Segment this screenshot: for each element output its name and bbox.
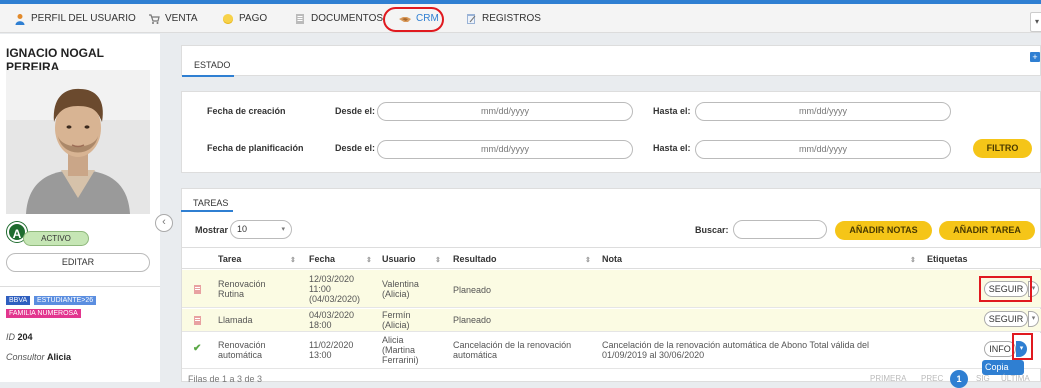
collapse-panel-button[interactable]: ‹ (155, 214, 173, 232)
dropdown-option-copia[interactable]: Copia (982, 360, 1024, 375)
nav-item-registros[interactable]: REGISTROS (465, 4, 541, 33)
table-footer-text: Filas de 1 a 3 de 3 (188, 374, 263, 384)
coin-icon (223, 13, 233, 24)
task-icon (194, 285, 201, 294)
tasks-tab-underline (181, 210, 233, 212)
column-header-fecha[interactable]: Fecha (309, 254, 335, 264)
check-icon: ✔ (193, 343, 202, 354)
creation-date-label: Fecha de creación (207, 106, 286, 116)
id-label: ID (6, 332, 15, 342)
profile-consultor: Consultor Alicia (6, 352, 71, 362)
search-input[interactable] (733, 220, 827, 239)
notepad-icon (467, 13, 476, 24)
nav-label: DOCUMENTOS (311, 13, 384, 24)
tasks-title[interactable]: TAREAS (193, 198, 228, 208)
nav-label: VENTA (165, 13, 198, 24)
cell-usuario: Alicia (Martina Ferrarini) (382, 335, 419, 365)
seguir-highlight-annotation (979, 276, 1032, 302)
profile-panel: IGNACIO NOGAL PEREIRA A ACTIVO EDITAR BB… (0, 34, 160, 382)
estado-title[interactable]: ESTADO (194, 60, 230, 70)
status-badge: ACTIVO (23, 231, 89, 246)
cell-nota: Cancelación de la renovación automática … (602, 340, 870, 360)
top-navbar: PERFIL DEL USUARIO VENTA PAGO DOCUMENTOS… (0, 4, 1041, 33)
column-header-usuario[interactable]: Usuario (382, 254, 416, 264)
estado-card: ESTADO + (181, 45, 1041, 77)
tag-badge: ESTUDIANTE>26 (33, 296, 97, 305)
page-size-select[interactable]: 10 ▾ (230, 220, 292, 239)
cell-usuario: Fermín (Alicia) (382, 310, 411, 330)
nav-item-documentos[interactable]: DOCUMENTOS (294, 4, 383, 33)
sort-icon[interactable]: ⇕ (290, 254, 296, 264)
cell-fecha: 12/03/2020 11:00 (04/03/2020) (309, 274, 361, 304)
tag-list: BBVA ESTUDIANTE>26 FAMILIA NUMEROSA (6, 294, 156, 320)
cell-resultado: Cancelación de la renovación automática (453, 340, 572, 360)
filter-button[interactable]: FILTRO (973, 139, 1032, 158)
dropdown-highlight-annotation (1012, 333, 1033, 360)
tag-badge: BBVA (6, 296, 31, 305)
id-value: 204 (17, 332, 33, 342)
cell-fecha: 11/02/2020 13:00 (309, 340, 354, 360)
tag-badge: FAMILIA NUMEROSA (6, 309, 81, 318)
pagination-current-page[interactable]: 1 (950, 370, 968, 388)
sort-icon[interactable]: ⇕ (366, 254, 372, 264)
search-label: Buscar: (695, 225, 729, 235)
nav-item-perfil[interactable]: PERFIL DEL USUARIO (14, 4, 136, 33)
nav-item-venta[interactable]: VENTA (148, 4, 198, 33)
creation-from-input[interactable]: mm/dd/yyyy (377, 102, 633, 121)
creation-to-input[interactable]: mm/dd/yyyy (695, 102, 951, 121)
planning-date-label: Fecha de planificación (207, 143, 304, 153)
cell-resultado: Planeado (453, 285, 492, 295)
cart-icon (149, 13, 160, 24)
planning-from-input[interactable]: mm/dd/yyyy (377, 140, 633, 159)
user-icon (15, 13, 25, 25)
planning-to-input[interactable]: mm/dd/yyyy (695, 140, 951, 159)
nav-menu-dropdown[interactable]: ▾ (1030, 12, 1041, 32)
sort-icon[interactable]: ⇕ (585, 254, 591, 264)
cell-tarea: Llamada (218, 315, 253, 325)
expand-plus-icon[interactable]: + (1030, 52, 1040, 62)
nav-label: REGISTROS (482, 13, 541, 24)
follow-button[interactable]: SEGUIR (984, 311, 1028, 327)
crm-highlight-annotation (383, 7, 444, 32)
estado-tab-underline (182, 75, 234, 77)
nav-item-pago[interactable]: PAGO (222, 4, 267, 33)
nav-label: PERFIL DEL USUARIO (31, 13, 136, 24)
chevron-down-icon: ▾ (281, 226, 285, 233)
cell-resultado: Planeado (453, 315, 492, 325)
show-label: Mostrar (195, 225, 229, 235)
profile-photo-image (6, 70, 150, 214)
nav-label: PAGO (239, 13, 268, 24)
cell-tarea: Renovación Rutina (218, 279, 266, 299)
panel-gutter (160, 34, 173, 382)
task-icon (194, 316, 201, 325)
column-header-resultado[interactable]: Resultado (453, 254, 497, 264)
document-icon (296, 13, 304, 24)
page-size-value: 10 (237, 224, 248, 234)
profile-photo (6, 70, 150, 214)
to-label: Hasta el: (653, 106, 691, 116)
profile-id: ID 204 (6, 332, 33, 342)
consultor-value: Alicia (47, 352, 72, 362)
edit-button[interactable]: EDITAR (6, 253, 150, 272)
divider (0, 286, 160, 287)
cell-fecha: 04/03/2020 18:00 (309, 310, 355, 330)
column-header-etiquetas[interactable]: Etiquetas (927, 254, 968, 264)
cell-tarea: Renovación automática (218, 340, 266, 360)
add-notes-button[interactable]: AÑADIR NOTAS (835, 221, 932, 240)
cell-usuario: Valentina (Alicia) (382, 279, 419, 299)
consultor-label: Consultor (6, 352, 45, 362)
from-label: Desde el: (335, 106, 376, 116)
column-header-tarea[interactable]: Tarea (218, 254, 241, 264)
sort-icon[interactable]: ⇕ (910, 254, 916, 264)
column-header-nota[interactable]: Nota (602, 254, 622, 264)
add-task-button[interactable]: AÑADIR TAREA (939, 221, 1035, 240)
from-label: Desde el: (335, 143, 376, 153)
sort-icon[interactable]: ⇕ (435, 254, 441, 264)
to-label: Hasta el: (653, 143, 691, 153)
